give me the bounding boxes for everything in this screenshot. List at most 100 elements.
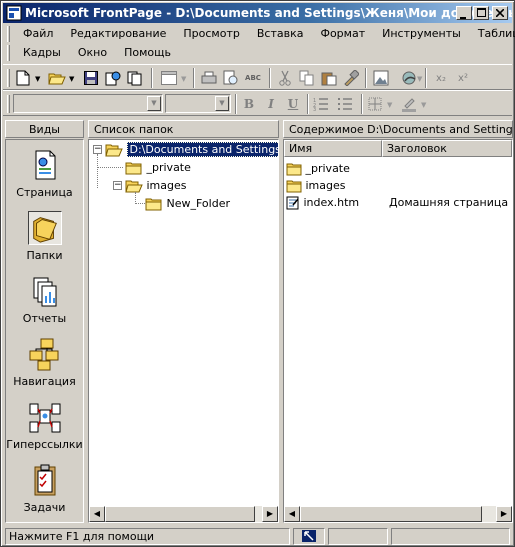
view-folders[interactable]: Папки bbox=[6, 203, 83, 265]
borders-button[interactable] bbox=[365, 94, 385, 114]
menu-row-2: Кадры Окно Помощь bbox=[15, 44, 180, 62]
folder-open-icon bbox=[125, 180, 143, 193]
menu-item-row1-6[interactable]: Таблица bbox=[470, 25, 515, 43]
menu-item-row1-2[interactable]: Просмотр bbox=[175, 25, 248, 43]
highlight-dropdown-arrow-icon[interactable]: ▼ bbox=[421, 101, 426, 109]
toolbar-separator bbox=[269, 68, 271, 88]
frontpage-app-icon[interactable] bbox=[6, 5, 22, 21]
close-button[interactable] bbox=[492, 6, 508, 20]
menu-item-row2-0[interactable]: Кадры bbox=[15, 44, 70, 62]
menu-bar: Файл Редактирование Просмотр Вставка Формат И… bbox=[3, 24, 515, 64]
insert-hyperlink-button[interactable] bbox=[399, 68, 419, 88]
save-button[interactable] bbox=[81, 68, 101, 88]
menu-item-row1-1[interactable]: Редактирование bbox=[62, 25, 175, 43]
insert-image-button[interactable] bbox=[371, 68, 391, 88]
collapse-images-icon[interactable]: − bbox=[113, 181, 122, 190]
style-dropdown-arrow-icon[interactable]: ▼ bbox=[147, 96, 161, 111]
underline-button[interactable]: U bbox=[283, 94, 303, 114]
list-item-name: _private bbox=[305, 162, 350, 175]
spelling-button[interactable]: ABC bbox=[243, 68, 263, 88]
contents-horizontal-scrollbar[interactable]: ◀ ▶ bbox=[284, 506, 512, 522]
new-page-button[interactable] bbox=[13, 68, 33, 88]
maximize-button[interactable] bbox=[473, 6, 489, 20]
numbered-list-button[interactable]: 123 bbox=[311, 94, 331, 114]
numbered-list-icon: 123 bbox=[313, 98, 328, 111]
cut-button[interactable] bbox=[275, 68, 295, 88]
cut-icon bbox=[279, 70, 291, 86]
folder-list-header[interactable]: Список папок bbox=[88, 120, 279, 138]
tree-item-new-folder[interactable]: New_Folder bbox=[145, 195, 230, 212]
scroll-left-icon[interactable]: ◀ bbox=[89, 506, 105, 522]
tree-item-images-label: images bbox=[146, 179, 187, 192]
highlight-button[interactable] bbox=[399, 94, 419, 114]
print-button[interactable] bbox=[199, 68, 219, 88]
format-painter-button[interactable] bbox=[341, 68, 361, 88]
superscript-button[interactable]: x² bbox=[453, 68, 473, 88]
toolbar-separator bbox=[307, 94, 309, 114]
menu-grip[interactable] bbox=[7, 26, 10, 42]
view-reports[interactable]: Отчеты bbox=[6, 266, 83, 328]
folder-list-button[interactable] bbox=[125, 68, 145, 88]
menu-item-row1-3[interactable]: Вставка bbox=[249, 25, 313, 43]
menu-item-row2-1[interactable]: Окно bbox=[70, 44, 116, 62]
formatting-toolbar: ▼ ▼ B I U 123 ▼ ▼ bbox=[3, 90, 512, 116]
list-item[interactable]: images bbox=[286, 177, 346, 194]
italic-button[interactable]: I bbox=[261, 94, 281, 114]
tree-root[interactable]: D:\Documents and Settings\Женя bbox=[105, 141, 278, 158]
paste-button[interactable] bbox=[319, 68, 339, 88]
hyperlinks-icon bbox=[29, 403, 61, 433]
toolbar-grip[interactable] bbox=[7, 95, 10, 113]
toolbar-separator bbox=[425, 68, 427, 88]
font-dropdown-arrow-icon[interactable]: ▼ bbox=[215, 96, 229, 111]
folder-icon bbox=[286, 180, 302, 192]
scroll-left-icon[interactable]: ◀ bbox=[284, 506, 300, 522]
view-navigation[interactable]: Навигация bbox=[6, 329, 83, 391]
scroll-right-icon[interactable]: ▶ bbox=[262, 506, 278, 522]
column-header-title[interactable]: Заголовок bbox=[382, 140, 512, 157]
menu-item-row1-4[interactable]: Формат bbox=[312, 25, 374, 43]
new-dropdown-arrow-icon[interactable]: ▼ bbox=[35, 75, 40, 83]
standard-toolbar: ▼ ▼ ▼ ABC ▼ x₂ x² bbox=[3, 64, 512, 90]
tree-item-private-label: _private bbox=[146, 161, 191, 174]
folder-list-icon bbox=[127, 71, 142, 86]
menu-grip-2[interactable] bbox=[7, 45, 10, 61]
view-tasks[interactable]: Задачи bbox=[6, 455, 83, 517]
minimize-button[interactable] bbox=[456, 6, 472, 20]
menu-item-row2-2[interactable]: Помощь bbox=[116, 44, 180, 62]
scroll-thumb[interactable] bbox=[300, 506, 482, 522]
tree-horizontal-scrollbar[interactable]: ◀ ▶ bbox=[89, 506, 278, 522]
open-dropdown-arrow-icon[interactable]: ▼ bbox=[69, 75, 74, 83]
view-dropdown-arrow-icon[interactable]: ▼ bbox=[181, 75, 186, 83]
bold-button[interactable]: B bbox=[239, 94, 259, 114]
status-indicator bbox=[293, 528, 325, 545]
list-item[interactable]: index.htm bbox=[286, 194, 359, 211]
views-header[interactable]: Виды bbox=[5, 120, 84, 138]
tree-item-private[interactable]: _private bbox=[125, 159, 191, 176]
style-combo[interactable]: ▼ bbox=[13, 94, 163, 113]
view-hyperlinks[interactable]: Гиперссылки bbox=[6, 392, 83, 454]
scroll-right-icon[interactable]: ▶ bbox=[496, 506, 512, 522]
menu-item-row1-0[interactable]: Файл bbox=[15, 25, 62, 43]
view-folders-label: Папки bbox=[26, 249, 63, 262]
bulleted-list-button[interactable] bbox=[335, 94, 355, 114]
title-bar[interactable]: Microsoft FrontPage - D:\Documents and S… bbox=[3, 3, 512, 23]
toolbar-grip[interactable] bbox=[7, 69, 10, 87]
list-item[interactable]: _private bbox=[286, 160, 350, 177]
collapse-root-icon[interactable]: − bbox=[93, 145, 102, 154]
view-page[interactable]: Страница bbox=[6, 140, 83, 202]
publish-button[interactable] bbox=[103, 68, 123, 88]
column-header-name[interactable]: Имя bbox=[284, 140, 382, 157]
subscript-button[interactable]: x₂ bbox=[431, 68, 451, 88]
borders-dropdown-arrow-icon[interactable]: ▼ bbox=[387, 101, 392, 109]
hyperlink-dropdown-arrow-icon[interactable]: ▼ bbox=[417, 75, 422, 83]
scroll-thumb[interactable] bbox=[105, 506, 255, 522]
copy-button[interactable] bbox=[297, 68, 317, 88]
font-combo[interactable]: ▼ bbox=[165, 94, 231, 113]
open-button[interactable] bbox=[47, 68, 67, 88]
folder-open-icon bbox=[105, 144, 123, 157]
contents-header[interactable]: Содержимое D:\Documents and Settings\Жен… bbox=[283, 120, 513, 138]
view-button[interactable] bbox=[159, 68, 179, 88]
folder-icon bbox=[286, 163, 302, 175]
print-preview-button[interactable] bbox=[221, 68, 241, 88]
menu-item-row1-5[interactable]: Инструменты bbox=[374, 25, 470, 43]
